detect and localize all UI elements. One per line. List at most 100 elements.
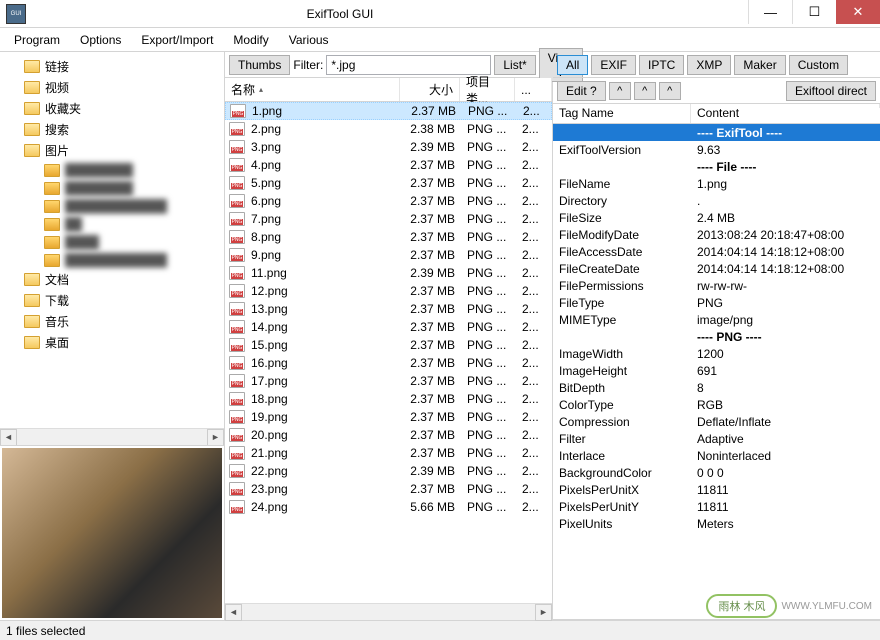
maximize-button[interactable]: ☐ — [792, 0, 836, 24]
meta-tab-maker[interactable]: Maker — [734, 55, 785, 75]
meta-tab-xmp[interactable]: XMP — [687, 55, 731, 75]
col-header-date[interactable]: ... — [515, 78, 552, 101]
metadata-row[interactable]: PixelsPerUnitY 11811 — [553, 498, 880, 515]
col-header-tagname[interactable]: Tag Name — [553, 104, 691, 123]
scroll-left-icon[interactable]: ◄ — [225, 604, 242, 621]
scroll-left-icon[interactable]: ◄ — [0, 429, 17, 446]
menu-various[interactable]: Various — [279, 30, 339, 50]
metadata-row[interactable]: ---- PNG ---- — [553, 328, 880, 345]
png-file-icon — [229, 176, 245, 190]
metadata-row[interactable]: FileCreateDate 2014:04:14 14:18:12+08:00 — [553, 260, 880, 277]
metadata-list[interactable]: ---- ExifTool ----ExifToolVersion 9.63 -… — [553, 124, 880, 620]
metadata-row[interactable]: Compression Deflate/Inflate — [553, 413, 880, 430]
menu-program[interactable]: Program — [4, 30, 70, 50]
nav-up-button[interactable]: ^ — [609, 82, 631, 100]
metadata-row[interactable]: MIMEType image/png — [553, 311, 880, 328]
metadata-row[interactable]: ColorType RGB — [553, 396, 880, 413]
file-row[interactable]: 9.png 2.37 MB PNG ... 2... — [225, 246, 552, 264]
tree-node[interactable]: 视频 — [0, 77, 224, 98]
col-header-name[interactable]: 名称▴ — [225, 78, 400, 101]
tree-node[interactable]: ████ — [0, 233, 224, 251]
file-row[interactable]: 16.png 2.37 MB PNG ... 2... — [225, 354, 552, 372]
file-row[interactable]: 7.png 2.37 MB PNG ... 2... — [225, 210, 552, 228]
file-list[interactable]: 1.png 2.37 MB PNG ... 2... 2.png 2.38 MB… — [225, 102, 552, 603]
file-row[interactable]: 3.png 2.39 MB PNG ... 2... — [225, 138, 552, 156]
metadata-row[interactable]: Filter Adaptive — [553, 430, 880, 447]
col-header-size[interactable]: 大小 — [400, 78, 460, 101]
metadata-row[interactable]: ---- File ---- — [553, 158, 880, 175]
tree-node[interactable]: ████████████ — [0, 197, 224, 215]
exiftool-direct-button[interactable]: Exiftool direct — [786, 81, 876, 101]
col-header-type[interactable]: 项目类... — [460, 78, 515, 101]
menu-options[interactable]: Options — [70, 30, 131, 50]
file-row[interactable]: 13.png 2.37 MB PNG ... 2... — [225, 300, 552, 318]
metadata-row[interactable]: ImageHeight 691 — [553, 362, 880, 379]
file-row[interactable]: 24.png 5.66 MB PNG ... 2... — [225, 498, 552, 516]
tree-node[interactable]: ████████████ — [0, 251, 224, 269]
file-row[interactable]: 17.png 2.37 MB PNG ... 2... — [225, 372, 552, 390]
close-button[interactable]: ✕ — [836, 0, 880, 24]
tree-node[interactable]: ████████ — [0, 179, 224, 197]
meta-tab-iptc[interactable]: IPTC — [639, 55, 684, 75]
file-row[interactable]: 1.png 2.37 MB PNG ... 2... — [225, 102, 552, 120]
file-row[interactable]: 22.png 2.39 MB PNG ... 2... — [225, 462, 552, 480]
tree-node[interactable]: 链接 — [0, 56, 224, 77]
meta-tab-custom[interactable]: Custom — [789, 55, 848, 75]
tree-node[interactable]: 图片 — [0, 140, 224, 161]
file-row[interactable]: 18.png 2.37 MB PNG ... 2... — [225, 390, 552, 408]
tree-node[interactable]: 音乐 — [0, 311, 224, 332]
file-row[interactable]: 12.png 2.37 MB PNG ... 2... — [225, 282, 552, 300]
menu-export-import[interactable]: Export/Import — [131, 30, 223, 50]
file-row[interactable]: 11.png 2.39 MB PNG ... 2... — [225, 264, 552, 282]
metadata-row[interactable]: FileAccessDate 2014:04:14 14:18:12+08:00 — [553, 243, 880, 260]
file-row[interactable]: 6.png 2.37 MB PNG ... 2... — [225, 192, 552, 210]
tree-node[interactable]: 文档 — [0, 269, 224, 290]
scroll-right-icon[interactable]: ► — [535, 604, 552, 621]
metadata-row[interactable]: FileSize 2.4 MB — [553, 209, 880, 226]
metadata-row[interactable]: ExifToolVersion 9.63 — [553, 141, 880, 158]
file-row[interactable]: 5.png 2.37 MB PNG ... 2... — [225, 174, 552, 192]
menu-modify[interactable]: Modify — [223, 30, 278, 50]
thumbs-button[interactable]: Thumbs — [229, 55, 290, 75]
file-row[interactable]: 8.png 2.37 MB PNG ... 2... — [225, 228, 552, 246]
metadata-row[interactable]: ImageWidth 1200 — [553, 345, 880, 362]
meta-tab-all[interactable]: All — [557, 55, 588, 75]
file-row[interactable]: 4.png 2.37 MB PNG ... 2... — [225, 156, 552, 174]
scroll-right-icon[interactable]: ► — [207, 429, 224, 446]
minimize-button[interactable]: — — [748, 0, 792, 24]
file-row[interactable]: 2.png 2.38 MB PNG ... 2... — [225, 120, 552, 138]
list-button[interactable]: List* — [494, 55, 535, 75]
metadata-row[interactable]: FilePermissions rw-rw-rw- — [553, 277, 880, 294]
file-row[interactable]: 23.png 2.37 MB PNG ... 2... — [225, 480, 552, 498]
file-row[interactable]: 19.png 2.37 MB PNG ... 2... — [225, 408, 552, 426]
folder-tree[interactable]: 链接视频收藏夹搜索图片█████████████████████████████… — [0, 52, 224, 428]
tree-node[interactable]: ██ — [0, 215, 224, 233]
metadata-row[interactable]: FileType PNG — [553, 294, 880, 311]
tree-node[interactable]: 桌面 — [0, 332, 224, 353]
metadata-row[interactable]: PixelUnits Meters — [553, 515, 880, 532]
tree-node[interactable]: 下载 — [0, 290, 224, 311]
tree-node[interactable]: 收藏夹 — [0, 98, 224, 119]
tree-node[interactable]: ████████ — [0, 161, 224, 179]
file-row[interactable]: 20.png 2.37 MB PNG ... 2... — [225, 426, 552, 444]
nav-up3-button[interactable]: ^ — [659, 82, 681, 100]
tree-node[interactable]: 搜索 — [0, 119, 224, 140]
metadata-row[interactable]: FileModifyDate 2013:08:24 20:18:47+08:00 — [553, 226, 880, 243]
edit-button[interactable]: Edit ? — [557, 81, 606, 101]
metadata-row[interactable]: Directory . — [553, 192, 880, 209]
metadata-row[interactable]: FileName 1.png — [553, 175, 880, 192]
col-header-content[interactable]: Content — [691, 104, 880, 108]
metadata-row[interactable]: BackgroundColor 0 0 0 — [553, 464, 880, 481]
file-row[interactable]: 21.png 2.37 MB PNG ... 2... — [225, 444, 552, 462]
file-hscroll[interactable]: ◄ ► — [225, 603, 552, 620]
tree-hscroll[interactable]: ◄ ► — [0, 428, 224, 445]
metadata-row[interactable]: ---- ExifTool ---- — [553, 124, 880, 141]
file-row[interactable]: 14.png 2.37 MB PNG ... 2... — [225, 318, 552, 336]
file-row[interactable]: 15.png 2.37 MB PNG ... 2... — [225, 336, 552, 354]
filter-input[interactable] — [326, 55, 491, 75]
meta-tab-exif[interactable]: EXIF — [591, 55, 636, 75]
metadata-row[interactable]: PixelsPerUnitX 11811 — [553, 481, 880, 498]
nav-up2-button[interactable]: ^ — [634, 82, 656, 100]
metadata-row[interactable]: Interlace Noninterlaced — [553, 447, 880, 464]
metadata-row[interactable]: BitDepth 8 — [553, 379, 880, 396]
